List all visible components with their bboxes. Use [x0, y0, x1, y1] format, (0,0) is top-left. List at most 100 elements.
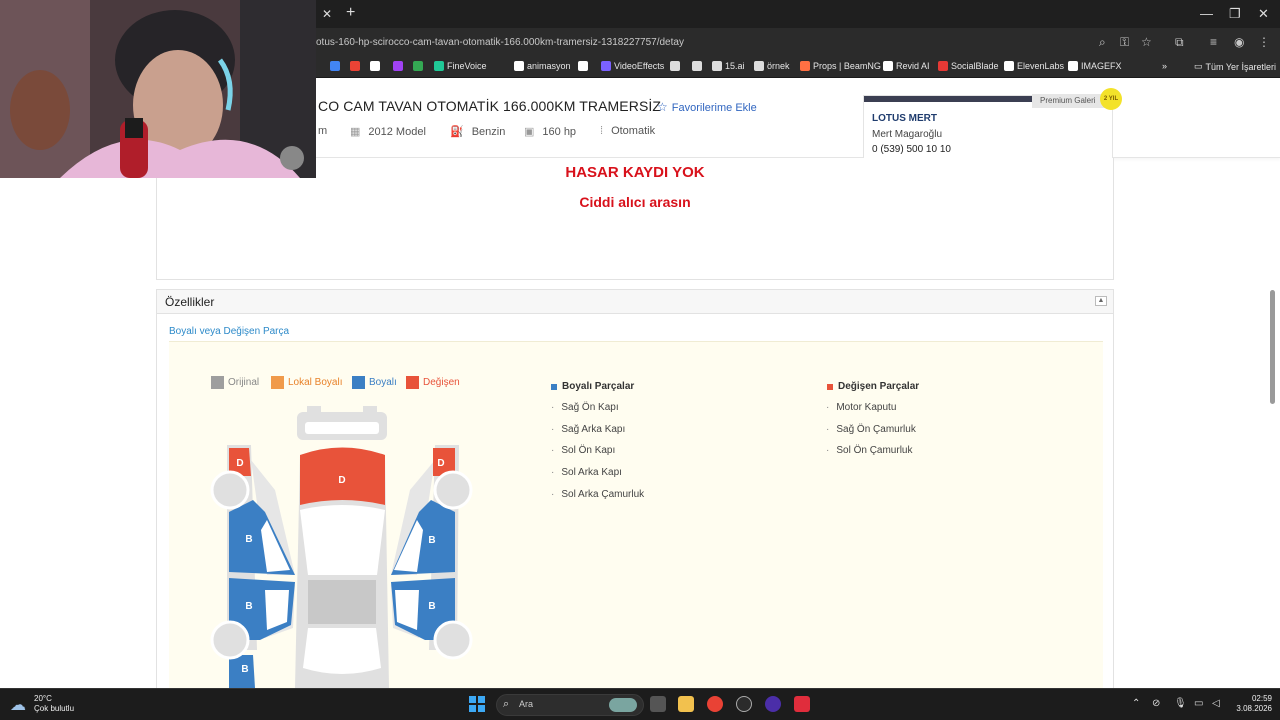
legend-swatch [271, 376, 284, 389]
bookmark-item[interactable]: örnek [754, 61, 790, 71]
network-off-icon[interactable]: ⊘ [1152, 698, 1160, 709]
maximize-icon[interactable]: ❐ [1229, 6, 1241, 22]
bookmark-item[interactable] [578, 61, 588, 71]
app-icon[interactable] [736, 696, 752, 712]
search-highlight-image [609, 698, 637, 712]
weather-widget[interactable]: 20°C Çok bulutlu [34, 694, 74, 714]
bookmark-item[interactable]: Revid AI [883, 61, 930, 71]
list-item: · Sağ Arka Kapı [551, 424, 626, 435]
weather-cloud-icon[interactable]: ☁ [10, 695, 26, 715]
bookmark-favicon-icon [692, 61, 702, 71]
close-window-icon[interactable]: ✕ [1258, 6, 1269, 22]
left-front-fender-letter: D [236, 458, 243, 469]
description-line-2: Ciddi alıcı arasın [579, 194, 691, 210]
list-item: · Sol Ön Çamurluk [826, 445, 913, 456]
windows-taskbar: ☁ 20°C Çok bulutlu ⌕ Ara ⌃ ⊘ 🎙 ▭ ◁ 02:59… [0, 688, 1280, 720]
spec-km: m [318, 125, 328, 137]
features-header: Özellikler ▲ [156, 289, 1114, 314]
list-item: · Sol Arka Kapı [551, 467, 622, 478]
fuel-pump-icon: ⛽ [450, 126, 464, 138]
bookmark-favicon-icon [800, 61, 810, 71]
spec-model: ▦ 2012 Model [350, 126, 426, 138]
bookmark-favicon-icon [434, 61, 444, 71]
more-bookmarks-icon[interactable]: » [1162, 61, 1167, 71]
car-damage-diagram: D D D B B B B B [210, 406, 473, 688]
minimize-icon[interactable]: — [1200, 6, 1213, 21]
bookmark-favicon-icon [330, 61, 340, 71]
bookmark-item[interactable] [330, 61, 340, 71]
list-item: · Motor Kaputu [826, 402, 897, 413]
bookmark-favicon-icon [1004, 61, 1014, 71]
bookmark-item[interactable]: Props | BeamNG [800, 61, 881, 71]
list-item: · Sol Arka Çamurluk [551, 489, 645, 500]
zoom-icon[interactable]: ⌕ [1099, 35, 1106, 50]
legend-swatch [211, 376, 224, 389]
gearbox-icon: ⁞ [600, 125, 604, 137]
media-icon[interactable]: ≡ [1210, 35, 1217, 49]
engine-icon: ▣ [524, 126, 535, 138]
collapse-icon[interactable]: ▲ [1095, 296, 1107, 306]
bookmark-item[interactable]: IMAGEFX [1068, 61, 1122, 71]
left-rear-fender-letter: B [241, 664, 248, 675]
profile-icon[interactable]: ◉ [1234, 35, 1244, 49]
bookmark-item[interactable]: VideoEffects [601, 61, 664, 71]
legend-swatch [352, 376, 365, 389]
bookmark-item[interactable]: SocialBlade [938, 61, 999, 71]
start-windows-icon[interactable] [469, 696, 485, 712]
listing-title: CO CAM TAVAN OTOMATİK 166.000KM TRAMERSİ… [318, 98, 662, 114]
spec-power: ▣ 160 hp [524, 126, 577, 138]
chrome-icon[interactable] [707, 696, 723, 712]
bookmark-item[interactable] [413, 61, 423, 71]
extensions-icon[interactable]: ⧉ [1175, 35, 1184, 50]
star-icon: ☆ [657, 100, 668, 114]
bookmark-favicon-icon [601, 61, 611, 71]
taskbar-search[interactable]: ⌕ Ara [496, 694, 644, 716]
tray-chevron-icon[interactable]: ⌃ [1132, 698, 1140, 709]
new-tab-icon[interactable]: + [346, 4, 355, 22]
task-view-icon[interactable] [650, 696, 666, 712]
seller-name[interactable]: LOTUS MERT [872, 113, 937, 124]
tab-close-icon[interactable]: ✕ [322, 7, 332, 21]
add-to-favorites-link[interactable]: ☆ Favorilerime Ekle [657, 100, 757, 114]
bookmark-item[interactable] [350, 61, 360, 71]
bookmark-item[interactable] [370, 61, 380, 71]
bookmark-item[interactable]: ElevenLabs [1004, 61, 1064, 71]
spec-gear: ⁞ Otomatik [600, 125, 656, 137]
obs-icon[interactable] [765, 696, 781, 712]
taskbar-clock[interactable]: 02:59 3.08.2026 [1232, 694, 1272, 714]
bookmark-favicon-icon [413, 61, 423, 71]
changed-parts-heading: Değişen Parçalar [827, 381, 919, 392]
painted-square-icon [551, 383, 557, 390]
bookmark-item[interactable] [692, 61, 702, 71]
bookmark-item[interactable] [670, 61, 680, 71]
recorder-icon[interactable] [794, 696, 810, 712]
legend-painted: Boyalı [352, 376, 397, 389]
microphone-icon[interactable]: 🎙 [1174, 698, 1187, 709]
bookmark-favicon-icon [938, 61, 948, 71]
search-icon: ⌕ [503, 698, 510, 710]
bookmark-item[interactable] [393, 61, 403, 71]
volume-icon[interactable]: ◁ [1212, 698, 1220, 709]
bookmark-item[interactable]: 15.ai [712, 61, 745, 71]
bookmark-star-icon[interactable]: ☆ [1141, 35, 1152, 49]
right-front-door-letter: B [428, 535, 435, 546]
page-scrollbar[interactable] [1270, 290, 1275, 404]
menu-icon[interactable]: ⋮ [1258, 35, 1270, 49]
bookmark-favicon-icon [370, 61, 380, 71]
bookmark-item[interactable]: FineVoice [434, 61, 487, 71]
url-field[interactable]: otus-160-hp-scirocco-cam-tavan-otomatik-… [316, 37, 684, 48]
left-rear-door-letter: B [245, 601, 252, 612]
seller-card-bar [864, 96, 1032, 102]
legend-swatch [406, 376, 419, 389]
all-bookmarks-folder[interactable]: ▭ Tüm Yer İşaretleri [1194, 61, 1276, 72]
password-key-icon[interactable]: ⚿ [1120, 35, 1129, 50]
features-title: Özellikler [165, 295, 215, 309]
display-icon[interactable]: ▭ [1194, 698, 1203, 709]
years-seal-icon: 2 YIL [1100, 88, 1122, 110]
right-rear-door-letter: B [428, 601, 435, 612]
bookmark-item[interactable]: animasyon [514, 61, 571, 71]
seller-phone[interactable]: 0 (539) 500 10 10 [872, 144, 951, 155]
right-front-fender-letter: D [437, 458, 444, 469]
list-item: · Sağ Ön Kapı [551, 402, 619, 413]
file-explorer-icon[interactable] [678, 696, 694, 712]
